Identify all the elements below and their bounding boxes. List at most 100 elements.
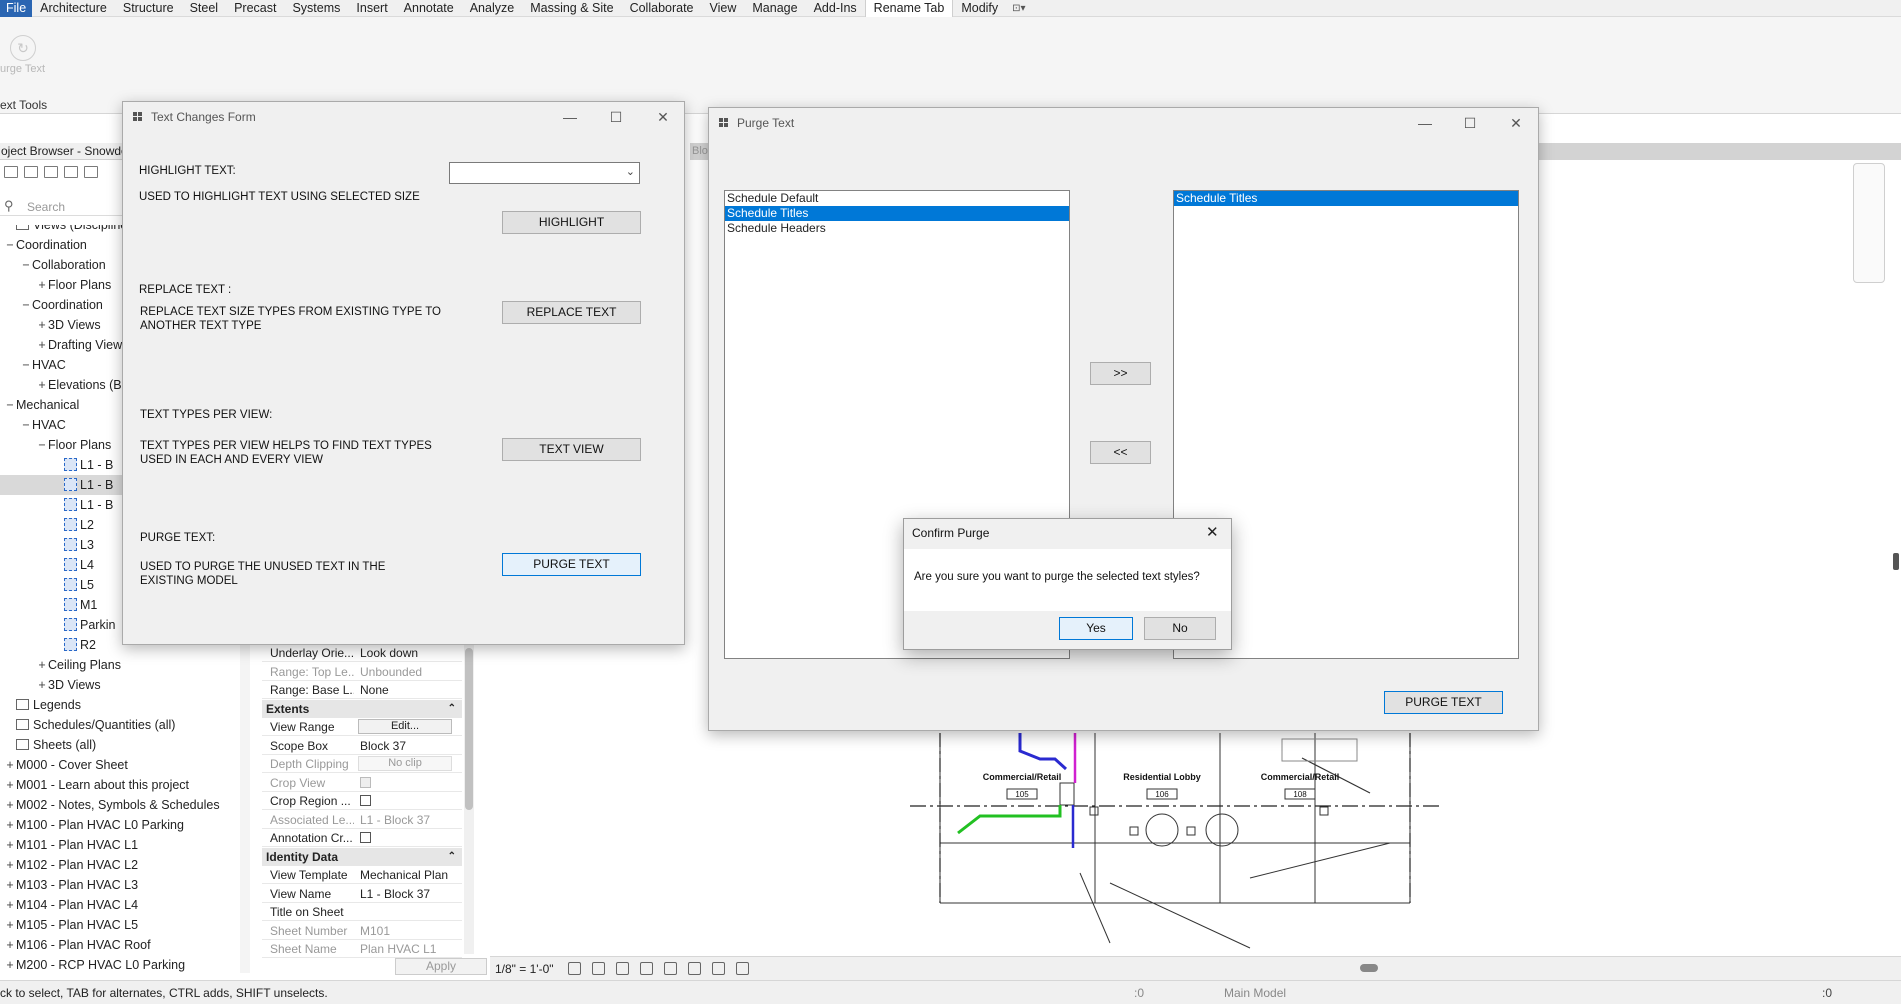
- property-row[interactable]: View Template Mechanical Plan: [262, 866, 462, 884]
- list-item[interactable]: Schedule Headers: [725, 221, 1069, 236]
- property-row[interactable]: Underlay Orie... Look down: [262, 644, 462, 662]
- expand-icon[interactable]: +: [36, 275, 48, 295]
- properties-apply-button[interactable]: Apply: [395, 958, 487, 975]
- text-view-button[interactable]: TEXT VIEW: [502, 438, 641, 461]
- tree-node[interactable]: Sheets (all): [0, 735, 96, 755]
- ribbon-tab-file[interactable]: File: [0, 0, 33, 17]
- property-row[interactable]: Sheet Name Plan HVAC L1: [262, 940, 462, 958]
- tree-view-item[interactable]: L1 - B: [0, 495, 113, 515]
- tree-view-item[interactable]: L4: [0, 555, 94, 575]
- tree-node[interactable]: + M200 - RCP HVAC L0 Parking: [0, 955, 185, 973]
- text-changes-form-titlebar[interactable]: Text Changes Form — ☐ ✕: [123, 102, 684, 132]
- ribbon-tab-modify[interactable]: Modify: [953, 0, 1006, 17]
- tree-view-item[interactable]: M1: [0, 595, 97, 615]
- ribbon-tab-steel[interactable]: Steel: [182, 0, 227, 17]
- tree-node[interactable]: Views (Discipline): [0, 225, 131, 235]
- collapse-icon[interactable]: −: [20, 295, 32, 315]
- visual-style-icon[interactable]: [592, 962, 605, 975]
- design-option-model[interactable]: Main Model: [1224, 986, 1286, 1000]
- tree-node[interactable]: Schedules/Quantities (all): [0, 715, 175, 735]
- property-row[interactable]: Associated Le... L1 - Block 37: [262, 811, 462, 829]
- expand-icon[interactable]: +: [36, 655, 48, 675]
- tree-view-item[interactable]: L2: [0, 515, 94, 535]
- ribbon-tab-rename-tab[interactable]: Rename Tab: [864, 0, 954, 17]
- navigation-bar[interactable]: [1853, 163, 1885, 283]
- list-item[interactable]: Schedule Default: [725, 191, 1069, 206]
- ribbon-tab-massing-site[interactable]: Massing & Site: [522, 0, 621, 17]
- show-crop-icon[interactable]: [688, 962, 701, 975]
- move-right-button[interactable]: >>: [1090, 362, 1151, 385]
- tree-node[interactable]: − Floor Plans: [0, 435, 111, 455]
- expand-icon[interactable]: +: [4, 895, 16, 915]
- tree-view-item[interactable]: L1 - B: [0, 475, 130, 495]
- expand-icon[interactable]: +: [36, 675, 48, 695]
- ribbon-tab-architecture[interactable]: Architecture: [32, 0, 115, 17]
- tree-node[interactable]: − Collaboration: [0, 255, 105, 275]
- ribbon-tab-annotate[interactable]: Annotate: [396, 0, 462, 17]
- properties-scrollbar[interactable]: [464, 644, 474, 954]
- property-row[interactable]: Title on Sheet: [262, 903, 462, 921]
- crop-view-icon[interactable]: [664, 962, 677, 975]
- view-scale[interactable]: 1/8" = 1'-0": [495, 962, 554, 976]
- purge-text-button[interactable]: PURGE TEXT: [502, 553, 641, 576]
- replace-text-button[interactable]: REPLACE TEXT: [502, 301, 641, 324]
- expand-icon[interactable]: +: [4, 775, 16, 795]
- ribbon-tab-systems[interactable]: Systems: [284, 0, 348, 17]
- expand-icon[interactable]: +: [4, 955, 16, 973]
- tree-node[interactable]: Legends: [0, 695, 81, 715]
- text-size-dropdown[interactable]: ⌄: [449, 162, 640, 184]
- tree-node[interactable]: + M100 - Plan HVAC L0 Parking: [0, 815, 184, 835]
- view-range-edit-button[interactable]: Edit...: [358, 719, 452, 734]
- collapse-group-icon[interactable]: ⌃: [448, 848, 456, 866]
- tree-node[interactable]: + M103 - Plan HVAC L3: [0, 875, 138, 895]
- property-row[interactable]: Sheet Number M101: [262, 922, 462, 940]
- expand-icon[interactable]: +: [4, 935, 16, 955]
- tree-view-item[interactable]: Parkin: [0, 615, 115, 635]
- property-checkbox[interactable]: [360, 832, 371, 843]
- ribbon-overflow-icon[interactable]: ⊡▾: [1006, 3, 1031, 14]
- ribbon-tab-analyze[interactable]: Analyze: [462, 0, 522, 17]
- temporary-hide-icon[interactable]: [712, 962, 725, 975]
- tree-node[interactable]: + M102 - Plan HVAC L2: [0, 855, 138, 875]
- expand-icon[interactable]: +: [36, 315, 48, 335]
- property-row[interactable]: Range: Base L... None: [262, 681, 462, 699]
- tree-node[interactable]: + Floor Plans: [0, 275, 111, 295]
- property-value[interactable]: Mechanical Plan: [358, 866, 462, 884]
- tree-node[interactable]: + M002 - Notes, Symbols & Schedules: [0, 795, 219, 815]
- sheet-icon[interactable]: [24, 166, 38, 178]
- property-row[interactable]: Range: Top Le... Unbounded: [262, 663, 462, 681]
- close-icon[interactable]: ✕: [653, 107, 673, 127]
- property-value[interactable]: Block 37: [358, 737, 462, 755]
- close-icon[interactable]: ✕: [1506, 113, 1526, 133]
- tree-view-item[interactable]: L1 - B: [0, 455, 113, 475]
- selection-filter-count[interactable]: :0: [1822, 986, 1832, 1000]
- expand-icon[interactable]: +: [4, 855, 16, 875]
- minimize-icon[interactable]: —: [560, 107, 580, 127]
- ribbon-tab-insert[interactable]: Insert: [348, 0, 395, 17]
- collapse-group-icon[interactable]: ⌃: [448, 700, 456, 718]
- tree-node[interactable]: + M104 - Plan HVAC L4: [0, 895, 138, 915]
- tree-node[interactable]: − Mechanical: [0, 395, 79, 415]
- tree-node[interactable]: − HVAC: [0, 355, 65, 375]
- expand-icon[interactable]: +: [36, 335, 48, 355]
- move-left-button[interactable]: <<: [1090, 441, 1151, 464]
- expand-icon[interactable]: +: [4, 875, 16, 895]
- tree-node[interactable]: + M101 - Plan HVAC L1: [0, 835, 138, 855]
- tree-node[interactable]: +3D Views: [0, 315, 100, 335]
- view-tab-label[interactable]: Blo: [692, 145, 708, 157]
- collapse-icon[interactable]: −: [20, 415, 32, 435]
- shadows-icon[interactable]: [640, 962, 653, 975]
- close-icon[interactable]: ✕: [1206, 523, 1219, 541]
- tree-view-item[interactable]: L5: [0, 575, 94, 595]
- tree-node[interactable]: + Ceiling Plans: [0, 655, 121, 675]
- expand-icon[interactable]: +: [36, 375, 48, 395]
- collapse-icon[interactable]: −: [4, 235, 16, 255]
- tree-view-item[interactable]: R2: [0, 635, 96, 655]
- tree-node[interactable]: + M106 - Plan HVAC Roof: [0, 935, 150, 955]
- purge-text-tool-icon[interactable]: ↻: [10, 35, 36, 61]
- highlight-button[interactable]: HIGHLIGHT: [502, 211, 641, 234]
- view-icon[interactable]: [4, 166, 18, 178]
- expand-icon[interactable]: +: [4, 815, 16, 835]
- list-item[interactable]: Schedule Titles: [1174, 191, 1518, 206]
- maximize-icon[interactable]: ☐: [606, 107, 626, 127]
